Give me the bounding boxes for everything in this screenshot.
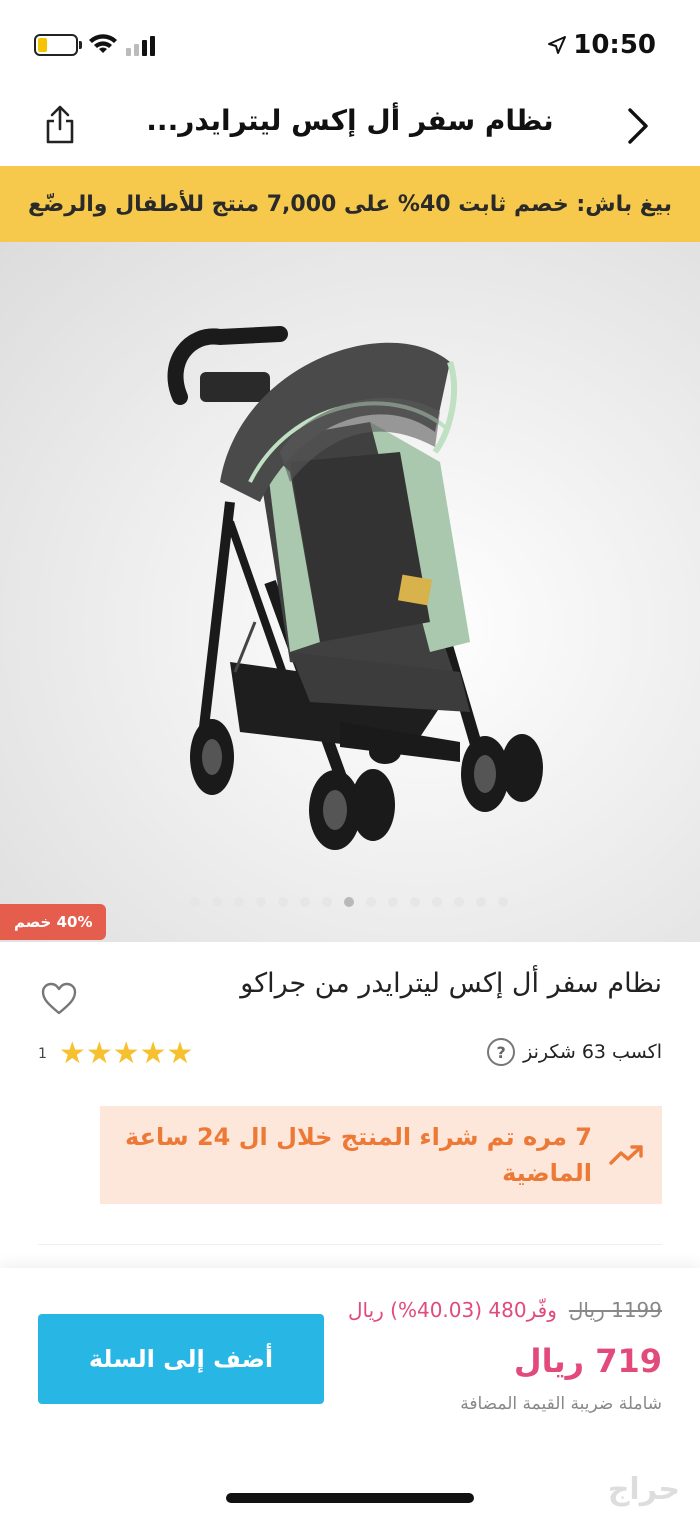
divider [38,1244,662,1245]
question-circle-icon[interactable]: ? [487,1038,516,1066]
current-price: 719 ريال [513,1342,662,1380]
trending-arrow-icon [592,1143,662,1167]
trending-text: 7 مره تم شراء المنتج خلال ال 24 ساعة الم… [125,1123,592,1187]
cellular-signal-icon [126,36,155,56]
old-price: 1199 ريال [568,1298,662,1322]
points-text: اكسب 63 شكرنز [523,1041,662,1063]
star-icon: ★ [112,1036,140,1071]
review-count: 1 [38,1046,47,1062]
pagination-dot[interactable] [190,897,200,907]
nav-bar: نظام سفر أل إكس ليترايدر... [0,90,700,166]
chevron-right-icon [628,108,648,144]
purchase-bar: 1199 ريال وفّر480 (40.03%) ريال 719 ريال… [0,1268,700,1518]
home-indicator [226,1493,474,1503]
back-button[interactable] [618,104,658,148]
pagination-dot[interactable] [432,897,442,907]
pagination-dot[interactable] [234,897,244,907]
share-icon [46,105,74,144]
heart-icon [41,982,77,1015]
wishlist-button[interactable] [40,982,78,1018]
trending-notice: 7 مره تم شراء المنتج خلال ال 24 ساعة الم… [100,1106,662,1204]
rating-row[interactable]: 1 ★ ★ ★ ★ ★ [38,1036,193,1072]
pagination-dot[interactable] [322,897,332,907]
star-icon: ★ [166,1036,194,1071]
pagination-dot[interactable] [212,897,222,907]
stroller-product-image [167,326,543,850]
wifi-icon [89,34,117,53]
pagination-dot[interactable] [410,897,420,907]
vat-note: شاملة ضريبة القيمة المضافة [460,1394,662,1414]
star-icon: ★ [139,1036,167,1071]
share-button[interactable] [38,100,82,150]
pagination-dot[interactable] [366,897,376,907]
pagination-dot[interactable] [498,897,508,907]
product-image-gallery[interactable]: 40% خصم [0,242,700,942]
location-arrow-icon [548,36,567,54]
savings-text: وفّر480 (40.03%) ريال [347,1298,557,1322]
points-earn: اكسب 63 شكرنز ? [487,1038,662,1066]
price-savings-row: 1199 ريال وفّر480 (40.03%) ريال [348,1298,662,1322]
pagination-dot[interactable] [476,897,486,907]
status-bar: 10:50 [0,0,700,90]
discount-badge: 40% خصم [0,904,107,940]
watermark-logo: حراج [607,1472,680,1507]
pagination-dot[interactable] [454,897,464,907]
star-icon: ★ [85,1036,113,1071]
status-time: 10:50 [547,30,656,60]
add-to-cart-button[interactable]: أضف إلى السلة [38,1314,324,1404]
battery-icon [34,34,82,56]
pagination-dot-active[interactable] [344,897,354,907]
star-icon: ★ [58,1036,86,1071]
page-title: نظام سفر أل إكس ليترايدر... [146,104,554,137]
image-pagination-dots[interactable] [190,897,508,907]
pagination-dot[interactable] [300,897,310,907]
clock-text: 10:50 [573,30,656,60]
product-title: نظام سفر أل إكس ليترايدر من جراكو [240,968,662,999]
pagination-dot[interactable] [388,897,398,907]
pagination-dot[interactable] [256,897,266,907]
pagination-dot[interactable] [278,897,288,907]
promo-banner[interactable]: بيغ باش: خصم ثابت 40% على 7,000 منتج للأ… [0,166,700,242]
